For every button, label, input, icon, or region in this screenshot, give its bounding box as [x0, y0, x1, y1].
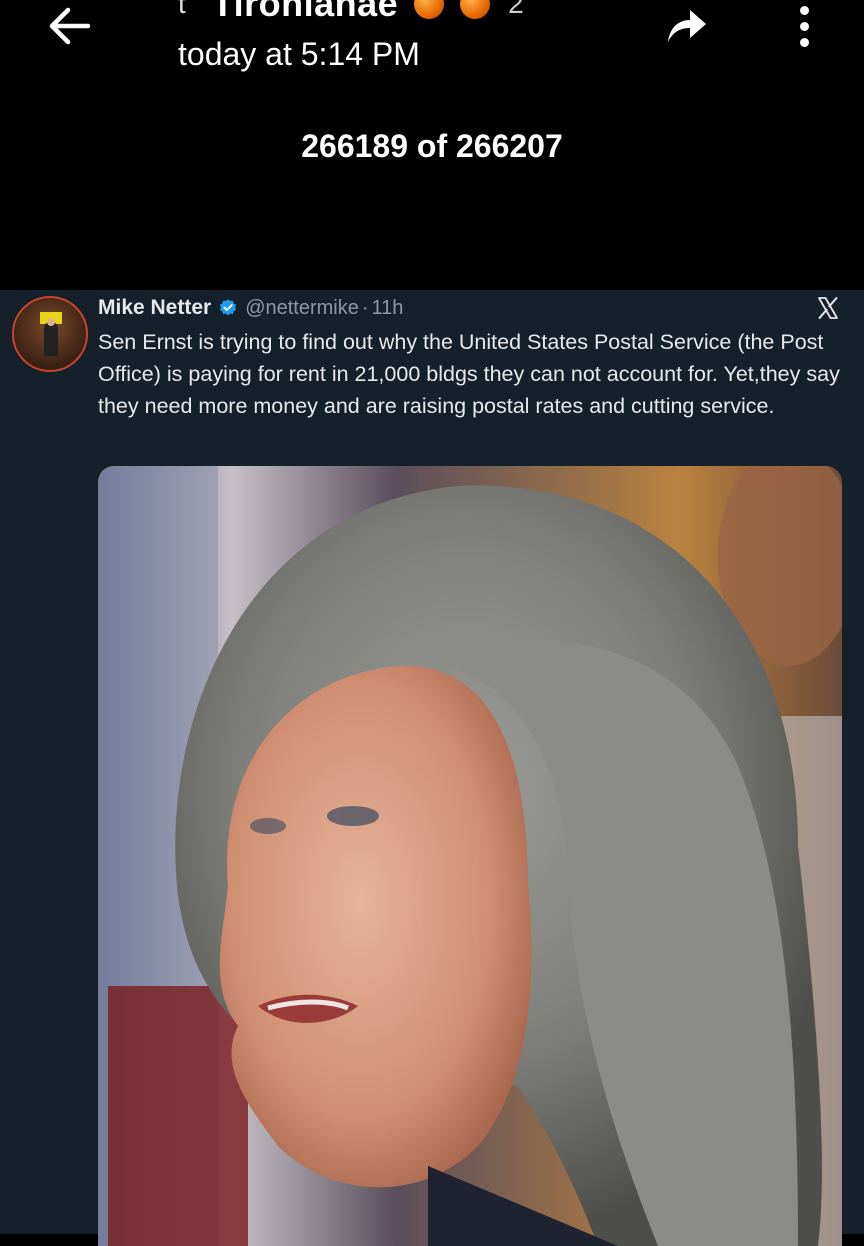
- verified-badge-icon: [220, 299, 237, 316]
- avatar[interactable]: [12, 296, 88, 372]
- author-handle[interactable]: @nettermike: [245, 297, 359, 320]
- back-button[interactable]: [44, 4, 96, 48]
- tweet-header: Mike Netter @nettermike · 11h: [98, 294, 403, 322]
- timestamp: today at 5:14 PM: [178, 36, 420, 72]
- title-suffix: 2: [508, 0, 524, 19]
- title-prefix: t: [178, 0, 186, 19]
- tweet-card[interactable]: Mike Netter @nettermike · 11h Sen Ernst …: [0, 290, 864, 1246]
- share-button[interactable]: [662, 4, 710, 48]
- post-time: 11h: [371, 296, 404, 319]
- portrait-photo: [98, 466, 842, 1246]
- title-text: Tironianae: [211, 0, 399, 24]
- more-options-icon: [790, 6, 818, 47]
- orange-emoji-icon: [460, 0, 491, 19]
- author-name[interactable]: Mike Netter: [98, 296, 211, 320]
- viewer-header: t Tironianae 2 today at 5:14 PM 266189 o…: [0, 0, 864, 290]
- tweet-text: Sen Ernst is trying to find out why the …: [98, 330, 840, 418]
- media-counter: 266189 of 266207: [301, 128, 563, 164]
- more-options-button[interactable]: [790, 2, 818, 50]
- x-logo-icon: [818, 297, 838, 319]
- share-icon: [668, 10, 706, 42]
- tweet-image[interactable]: [98, 466, 842, 1246]
- orange-emoji-icon: [414, 0, 445, 19]
- chat-title: t Tironianae 2: [178, 0, 524, 26]
- separator-dot: ·: [361, 296, 369, 319]
- back-arrow-icon: [49, 7, 91, 45]
